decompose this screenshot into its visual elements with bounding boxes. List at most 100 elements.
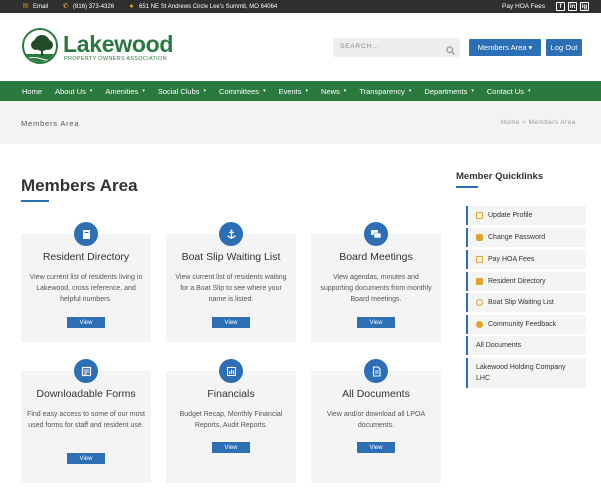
card-title: Boat Slip Waiting List xyxy=(181,251,281,263)
quicklinks-title: Member Quicklinks xyxy=(456,171,544,182)
card-description: Budget Recap, Monthly Financial Reports,… xyxy=(179,411,283,429)
nav-news[interactable]: News ▾ xyxy=(321,87,346,96)
logo-name[interactable]: Lakewood xyxy=(63,31,173,58)
nav-events[interactable]: Events ▾ xyxy=(279,87,308,96)
caret-down-icon: ▾ xyxy=(89,88,93,94)
quicklink-label: Community Feedback xyxy=(488,321,557,328)
logo-subtitle: PROPERTY OWNERS ASSOCIATION xyxy=(64,56,167,62)
nav-label: Contact Us xyxy=(486,86,524,96)
caret-down-icon: ▾ xyxy=(142,88,145,94)
chart-icon xyxy=(219,359,243,383)
quicklink-pay-hoa-fees[interactable]: Pay HOA Fees xyxy=(466,250,586,269)
nav-committees[interactable]: Committees ▾ xyxy=(219,87,266,96)
card-title: Downloadable Forms xyxy=(36,388,136,400)
nav-about-us[interactable]: About Us ▾ xyxy=(55,87,92,96)
view-financials-button[interactable]: View xyxy=(212,442,250,453)
pay-hoa-link[interactable]: Pay HOA Fees xyxy=(502,3,545,10)
email-label: Email xyxy=(33,3,49,10)
view-boat-slip-button[interactable]: View xyxy=(212,317,250,328)
quicklinks-underline xyxy=(456,186,478,188)
quicklink-label: Change Password xyxy=(488,234,546,241)
card-description: View current list of residents waiting f… xyxy=(175,274,287,303)
phone-icon: ✆ xyxy=(62,2,69,10)
quicklink-label: Pay HOA Fees xyxy=(488,256,535,263)
linkedin-icon[interactable]: in xyxy=(568,2,577,11)
nav-label: Events xyxy=(278,86,302,96)
caret-down-icon: ▾ xyxy=(527,88,531,94)
main-nav: Home About Us ▾ Amenities ▾ Social Clubs ▾ … xyxy=(0,81,601,101)
caret-down-icon: ▾ xyxy=(203,88,207,94)
card-description: View agendas, minutes and supporting doc… xyxy=(320,274,432,303)
quicklink-boat-slip-waiting-list[interactable]: Boat Slip Waiting List xyxy=(466,293,586,312)
nav-label: Departments xyxy=(424,86,468,96)
page: ✉ Email ✆ (816) 373-4326 ● 651 NE St And… xyxy=(0,0,601,503)
card-title: Board Meetings xyxy=(339,251,413,263)
phone-label: (816) 373-4326 xyxy=(73,3,115,10)
dollar-icon xyxy=(476,256,483,263)
title-underline xyxy=(21,200,49,202)
address-label: 651 NE St Andrews Circle Lee's Summit, M… xyxy=(139,3,278,10)
nav-social-clubs[interactable]: Social Clubs ▾ xyxy=(158,87,206,96)
view-downloadable-forms-button[interactable]: View xyxy=(67,453,105,464)
breadcrumb-page-title: Members Area xyxy=(21,119,80,128)
search-placeholder: SEARCH... xyxy=(340,43,380,50)
view-board-meetings-button[interactable]: View xyxy=(357,317,395,328)
chat-icon xyxy=(476,321,483,328)
caret-down-icon: ▾ xyxy=(263,88,266,94)
quicklink-label: Boat Slip Waiting List xyxy=(488,299,554,306)
quicklink-change-password[interactable]: Change Password xyxy=(466,228,586,247)
breadcrumb[interactable]: Home > Members Area xyxy=(501,119,576,126)
caret-down-icon: ▾ xyxy=(343,88,347,94)
email-link[interactable]: ✉ Email xyxy=(22,2,49,10)
anchor-icon xyxy=(219,222,243,246)
address-link[interactable]: ● 651 NE St Andrews Circle Lee's Summit,… xyxy=(128,2,278,10)
view-all-documents-button[interactable]: View xyxy=(357,442,395,453)
top-bar-right: Pay HOA Fees f in ig xyxy=(502,0,589,13)
nav-amenities[interactable]: Amenities ▾ xyxy=(105,87,144,96)
nav-contact-us[interactable]: Contact Us ▾ xyxy=(487,87,531,96)
book-icon xyxy=(74,222,98,246)
instagram-icon[interactable]: ig xyxy=(580,2,589,11)
book-icon xyxy=(476,278,483,285)
nav-label: Amenities xyxy=(105,86,139,96)
nav-label: Committees xyxy=(219,86,260,96)
lock-icon xyxy=(476,234,483,241)
view-resident-directory-button[interactable]: View xyxy=(67,317,105,328)
nav-label: Home xyxy=(22,86,43,96)
log-out-button[interactable]: Log Out xyxy=(546,39,582,56)
facebook-icon[interactable]: f xyxy=(556,2,565,11)
top-bar: ✉ Email ✆ (816) 373-4326 ● 651 NE St And… xyxy=(0,0,601,13)
quicklink-resident-directory[interactable]: Resident Directory xyxy=(466,272,586,291)
quicklink-label: Lakewood Holding Company LHC xyxy=(476,364,566,382)
members-area-button[interactable]: Members Area ▾ xyxy=(469,39,541,56)
profile-icon xyxy=(476,212,483,219)
caret-down-icon: ▾ xyxy=(305,88,309,94)
card-description: Find easy access to some of our most use… xyxy=(27,411,145,429)
nav-departments[interactable]: Departments ▾ xyxy=(424,87,473,96)
search-icon[interactable] xyxy=(446,42,455,55)
quicklink-community-feedback[interactable]: Community Feedback xyxy=(466,315,586,334)
tree-logo-icon[interactable] xyxy=(22,28,58,64)
quicklink-label: All Documents xyxy=(476,342,522,349)
quicklink-label: Resident Directory xyxy=(488,278,546,285)
anchor-icon xyxy=(476,299,483,306)
caret-down-icon: ▾ xyxy=(408,88,412,94)
envelope-icon: ✉ xyxy=(22,2,29,10)
nav-label: Social Clubs xyxy=(157,86,200,96)
map-pin-icon: ● xyxy=(129,2,134,10)
card-description: View current list of residents living in… xyxy=(29,274,143,303)
page-title: Members Area xyxy=(21,176,138,195)
quicklink-all-documents[interactable]: All Documents xyxy=(466,336,586,355)
chat-icon xyxy=(364,222,388,246)
forms-icon xyxy=(74,359,98,383)
nav-label: About Us xyxy=(55,86,86,96)
phone-link[interactable]: ✆ (816) 373-4326 xyxy=(62,2,115,10)
nav-home[interactable]: Home xyxy=(22,87,42,96)
card-title: Financials xyxy=(207,388,255,400)
quicklink-update-profile[interactable]: Update Profile xyxy=(466,206,586,225)
card-title: Resident Directory xyxy=(42,251,130,263)
nav-transparency[interactable]: Transparency ▾ xyxy=(359,87,411,96)
quicklink-lakewood-holding-company[interactable]: Lakewood Holding Company LHC xyxy=(466,358,586,388)
caret-down-icon: ▾ xyxy=(471,88,474,94)
nav-label: Transparency xyxy=(359,86,405,96)
